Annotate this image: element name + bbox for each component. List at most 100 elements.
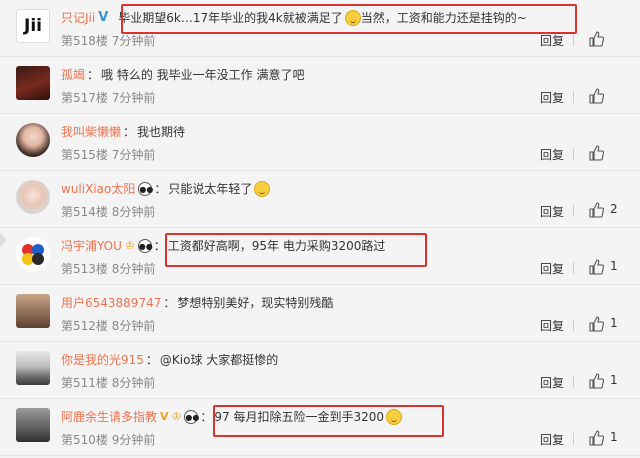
comment-line: 阿鹿余生请多指教 V ♔ ●● ： 97 每月扣除五险一金到手3200	[61, 407, 403, 427]
comment-item: 你是我的光915 ： @Kio球 大家都挺惨的 第511楼 8分钟前 回复 1	[0, 342, 640, 399]
username[interactable]: 用户6543889747	[61, 293, 161, 313]
comment-list: Jii 只记Jii V 毕业期望6k…17年毕业的我4k就被满足了 当然，工资和…	[0, 0, 640, 458]
avatar[interactable]	[16, 123, 50, 157]
thumbs-up-icon[interactable]	[588, 373, 604, 389]
like-count: 1	[610, 316, 618, 330]
comment-item: 冯宇浦YOU ♔ ●● ： 工资都好高啊，95年 电力采购3200路过 第513…	[0, 228, 640, 285]
avatar[interactable]	[16, 294, 50, 328]
reply-button[interactable]: 回复	[540, 317, 564, 334]
color-dots-icon	[22, 244, 44, 265]
verified-icon: V	[98, 10, 109, 25]
like-count: 1	[610, 259, 618, 273]
username[interactable]: wuliXiao太阳	[61, 179, 135, 199]
avatar[interactable]	[16, 237, 50, 271]
comment-text: 我也期待	[137, 125, 186, 139]
colon: ：	[153, 239, 166, 253]
reply-button[interactable]: 回复	[540, 260, 564, 277]
comment-item: 用户6543889747 ： 梦想特别美好，现实特别残酷 第512楼 8分钟前 …	[0, 285, 640, 342]
panda-badge-icon: ●●	[137, 239, 153, 253]
timestamp: 8分钟前	[111, 205, 156, 219]
avatar[interactable]	[16, 351, 50, 385]
username[interactable]: 冯宇浦YOU	[61, 236, 122, 256]
vip-icon: V	[160, 410, 169, 423]
divider	[573, 376, 574, 388]
thumbs-up-icon[interactable]	[588, 316, 604, 332]
username[interactable]: 我叫柴懒懒	[61, 122, 121, 142]
reply-button[interactable]: 回复	[540, 89, 564, 106]
comment-text: 97 每月扣除五险一金到手3200	[214, 410, 385, 424]
timestamp: 8分钟前	[111, 376, 156, 390]
emoji-icon	[344, 10, 361, 26]
colon: ：	[200, 410, 213, 424]
comment-text: 只能说太年轻了	[168, 182, 253, 196]
vip-crown-icon: ♔	[171, 410, 182, 423]
comment-item: 阿鹿余生请多指教 V ♔ ●● ： 97 每月扣除五险一金到手3200 第510…	[0, 399, 640, 456]
thumbs-up-icon[interactable]	[588, 202, 604, 218]
comment-line: 孤竭 ： 哦 特么的 我毕业一年没工作 满意了吧	[61, 65, 304, 85]
username[interactable]: 阿鹿余生请多指教	[61, 407, 157, 427]
username[interactable]: 孤竭	[61, 65, 85, 85]
comment-text: 哦 特么的 我毕业一年没工作 满意了吧	[101, 68, 305, 82]
comment-meta: 第517楼 7分钟前	[61, 89, 155, 106]
comment-item: wuliXiao太阳 ●● ： 只能说太年轻了 第514楼 8分钟前 回复 2	[0, 171, 640, 228]
comment-text: 梦想特别美好，现实特别残酷	[177, 296, 334, 310]
floor-number: 第517楼	[61, 91, 108, 105]
vip-icon: ♔	[124, 239, 135, 252]
timestamp: 7分钟前	[111, 91, 156, 105]
thumbs-up-icon[interactable]	[588, 259, 604, 275]
thumbs-up-icon[interactable]	[588, 430, 604, 446]
comment-line: 冯宇浦YOU ♔ ●● ： 工资都好高啊，95年 电力采购3200路过	[61, 236, 385, 256]
thumbs-up-icon[interactable]	[588, 31, 604, 47]
colon: ：	[145, 353, 158, 367]
comment-line: 你是我的光915 ： @Kio球 大家都挺惨的	[61, 350, 278, 370]
thumbs-up-icon[interactable]	[588, 145, 604, 161]
divider	[573, 34, 574, 46]
reply-button[interactable]: 回复	[540, 374, 564, 391]
comment-meta: 第515楼 7分钟前	[61, 146, 155, 163]
comment-line: 用户6543889747 ： 梦想特别美好，现实特别残酷	[61, 293, 333, 313]
reply-button[interactable]: 回复	[540, 32, 564, 49]
colon: ：	[163, 296, 176, 310]
floor-number: 第512楼	[61, 319, 108, 333]
colon: ：	[123, 125, 136, 139]
avatar[interactable]: Jii	[16, 9, 50, 43]
username[interactable]: 你是我的光915	[61, 350, 144, 370]
avatar[interactable]	[16, 408, 50, 442]
comment-text-2: 当然，工资和能力还是挂钩的~	[360, 11, 527, 25]
reply-button[interactable]: 回复	[540, 146, 564, 163]
like-count: 1	[610, 430, 618, 444]
colon: ：	[87, 68, 100, 82]
floor-number: 第518楼	[61, 34, 108, 48]
timestamp: 8分钟前	[111, 319, 156, 333]
comment-line: 我叫柴懒懒 ： 我也期待	[61, 122, 185, 142]
floor-number: 第510楼	[61, 433, 108, 447]
reply-button[interactable]: 回复	[540, 203, 564, 220]
floor-number: 第514楼	[61, 205, 108, 219]
divider	[573, 319, 574, 331]
comment-meta: 第512楼 8分钟前	[61, 317, 155, 334]
floor-number: 第513楼	[61, 262, 108, 276]
emoji-icon	[386, 409, 403, 425]
avatar[interactable]	[16, 66, 50, 100]
indicator-arrow	[0, 233, 7, 247]
divider	[573, 433, 574, 445]
reply-button[interactable]: 回复	[540, 431, 564, 448]
timestamp: 7分钟前	[111, 34, 156, 48]
comment-text: 毕业期望6k…17年毕业的我4k就被满足了	[118, 11, 343, 25]
divider	[573, 91, 574, 103]
comment-meta: 第510楼 9分钟前	[61, 431, 155, 448]
username[interactable]: 只记Jii	[61, 8, 95, 28]
thumbs-up-icon[interactable]	[588, 88, 604, 104]
comment-line: 只记Jii V 毕业期望6k…17年毕业的我4k就被满足了 当然，工资和能力还是…	[61, 8, 527, 28]
comment-item: 我叫柴懒懒 ： 我也期待 第515楼 7分钟前 回复	[0, 114, 640, 171]
comment-meta: 第514楼 8分钟前	[61, 203, 155, 220]
floor-number: 第511楼	[61, 376, 108, 390]
comment-meta: 第511楼 8分钟前	[61, 374, 155, 391]
comment-item: 孤竭 ： 哦 特么的 我毕业一年没工作 满意了吧 第517楼 7分钟前 回复	[0, 57, 640, 114]
like-count: 2	[610, 202, 618, 216]
floor-number: 第515楼	[61, 148, 108, 162]
timestamp: 9分钟前	[111, 433, 156, 447]
comment-meta: 第513楼 8分钟前	[61, 260, 155, 277]
divider	[573, 148, 574, 160]
avatar[interactable]	[16, 180, 50, 214]
